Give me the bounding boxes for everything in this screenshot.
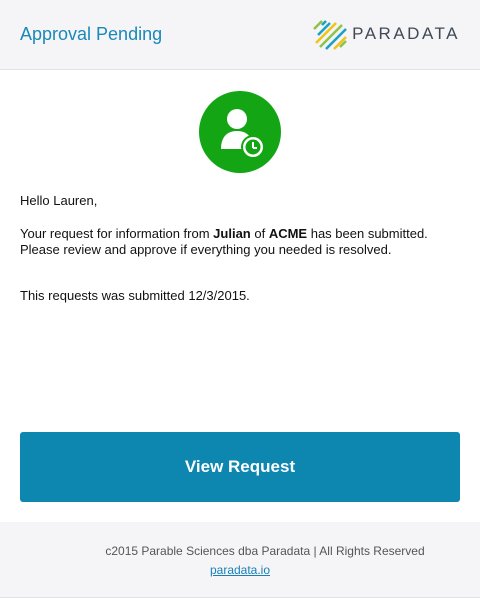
- copyright-text: c2015 Parable Sciences dba Paradata | Al…: [105, 544, 425, 558]
- submitted-date-text: This requests was submitted 12/3/2015.: [20, 288, 250, 303]
- paradata-logo-icon: [313, 20, 348, 50]
- requester-name: Julian: [213, 226, 251, 241]
- email-page: Approval Pending PARADATA Hello Lauren, …: [0, 0, 480, 600]
- email-body: Hello Lauren, Your request for informati…: [20, 193, 460, 304]
- greeting: Hello Lauren,: [20, 193, 98, 208]
- header: Approval Pending PARADATA: [0, 0, 480, 70]
- paradata-link[interactable]: paradata.io: [0, 563, 480, 577]
- company-name: ACME: [268, 226, 308, 241]
- view-request-button[interactable]: View Request: [20, 432, 460, 502]
- message-text: Your request for information from: [20, 226, 214, 241]
- user-clock-icon: [199, 91, 281, 173]
- footer: c2015 Parable Sciences dba Paradata | Al…: [0, 522, 480, 598]
- brand-logo: PARADATA: [312, 17, 460, 51]
- brand-name: PARADATA: [352, 24, 460, 43]
- request-message: Your request for information from Julian…: [20, 226, 460, 258]
- page-title: Approval Pending: [20, 24, 163, 44]
- message-text: of: [250, 226, 269, 241]
